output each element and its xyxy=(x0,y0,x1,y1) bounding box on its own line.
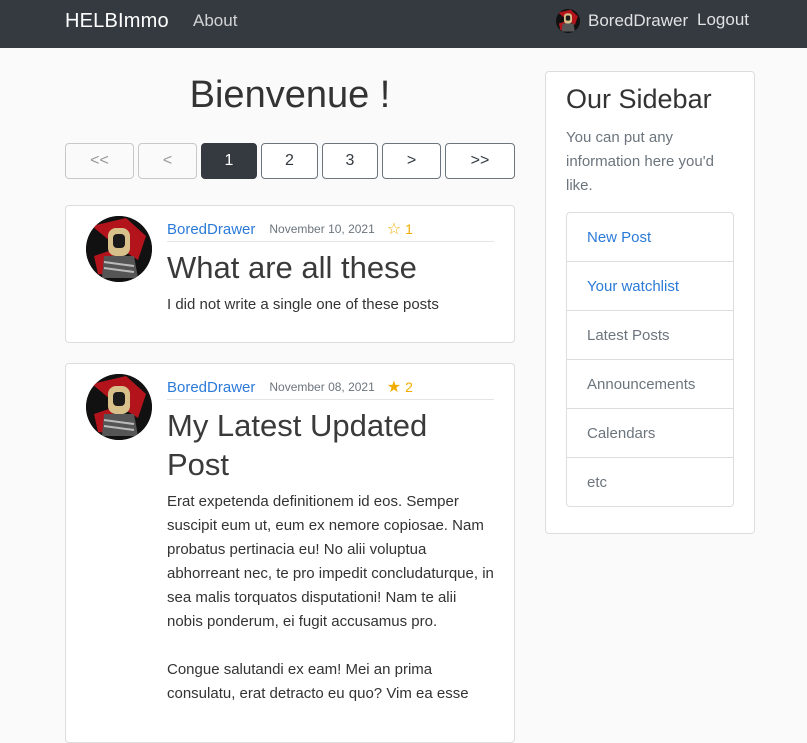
post-title-link[interactable]: My Latest Updated Post xyxy=(167,406,494,484)
pagination-page-2[interactable]: 2 xyxy=(261,143,318,179)
pagination-next-button[interactable]: > xyxy=(382,143,441,179)
nav-profile-link[interactable]: BoredDrawer xyxy=(556,8,688,34)
navbar: HELBImmo About BoredDrawer Logout xyxy=(0,0,807,48)
sidebar-item-announcements: Announcements xyxy=(567,360,733,409)
sidebar-description: You can put any information here you'd l… xyxy=(566,129,714,194)
sidebar-item-calendars: Calendars xyxy=(567,409,733,458)
post-meta: BoredDrawer November 10, 2021 ☆ 1 xyxy=(167,217,494,242)
post-paragraph: Congue salutandi ex eam! Mei an prima co… xyxy=(167,661,469,702)
post-paragraph: Erat expetenda definitionem id eos. Semp… xyxy=(167,493,494,630)
post-content: I did not write a single one of these po… xyxy=(167,293,494,341)
post-author-link[interactable]: BoredDrawer xyxy=(167,379,255,396)
post-title-link[interactable]: What are all these xyxy=(167,248,494,287)
star-filled-icon[interactable]: ★ xyxy=(387,377,401,397)
post-card: BoredDrawer November 08, 2021 ★ 2 My Lat… xyxy=(65,363,515,743)
sidebar-item-new-post[interactable]: New Post xyxy=(567,213,733,262)
post-meta: BoredDrawer November 08, 2021 ★ 2 xyxy=(167,375,494,400)
avatar xyxy=(86,374,152,440)
post-content: Erat expetenda definitionem id eos. Semp… xyxy=(167,490,494,730)
avatar xyxy=(86,216,152,282)
sidebar-item-watchlist[interactable]: Your watchlist xyxy=(567,262,733,311)
sidebar-item-etc: etc xyxy=(587,473,608,491)
star-outline-icon[interactable]: ☆ xyxy=(387,219,401,239)
post-paragraph: I did not write a single one of these po… xyxy=(167,296,439,313)
like-count: 2 xyxy=(405,379,413,395)
pagination-prev-button[interactable]: < xyxy=(138,143,197,179)
pagination-first-button[interactable]: << xyxy=(65,143,134,179)
pagination-last-button[interactable]: >> xyxy=(445,143,515,179)
post-date: November 10, 2021 xyxy=(269,222,375,236)
avatar xyxy=(556,9,580,33)
brand-link[interactable]: HELBImmo xyxy=(65,10,169,33)
sidebar-title: Our Sidebar xyxy=(566,84,712,114)
nav-username: BoredDrawer xyxy=(588,11,689,30)
nav-about-link[interactable]: About xyxy=(193,11,237,31)
sidebar-list: New Post Your watchlist Latest Posts Ann… xyxy=(566,212,734,507)
sidebar-item-latest-posts: Latest Posts xyxy=(567,311,733,360)
post-date: November 08, 2021 xyxy=(269,380,375,394)
logout-link[interactable]: Logout xyxy=(697,10,749,30)
pagination-page-1[interactable]: 1 xyxy=(201,143,257,179)
post-author-link[interactable]: BoredDrawer xyxy=(167,221,255,238)
page-title: Bienvenue ! xyxy=(189,74,391,116)
like-count: 1 xyxy=(405,221,413,237)
pagination-page-3[interactable]: 3 xyxy=(322,143,378,179)
post-card: BoredDrawer November 10, 2021 ☆ 1 What a… xyxy=(65,205,515,343)
sidebar: Our Sidebar You can put any information … xyxy=(545,71,755,534)
